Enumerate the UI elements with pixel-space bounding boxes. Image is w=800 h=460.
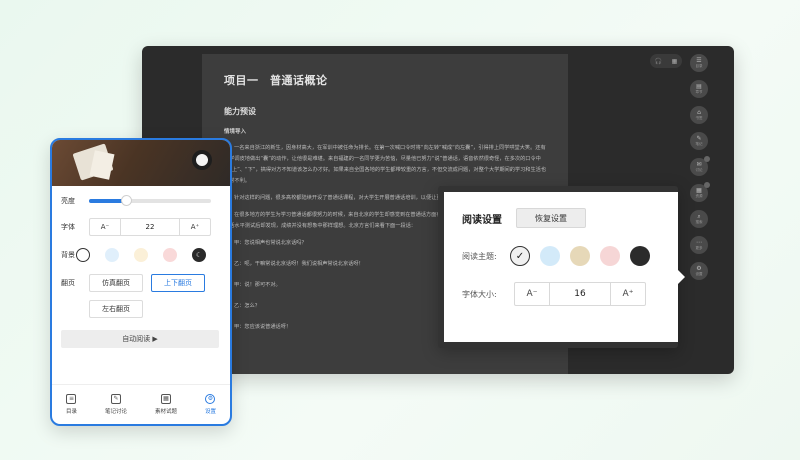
mobile-font-decrease-button[interactable]: A⁻ bbox=[90, 219, 120, 235]
font-decrease-button[interactable]: A⁻ bbox=[515, 283, 549, 305]
popover-title: 阅读设置 bbox=[462, 214, 502, 226]
cover-image bbox=[52, 140, 230, 186]
theme-swatch-1[interactable]: ✓ bbox=[510, 246, 530, 266]
brightness-slider-handle[interactable] bbox=[120, 195, 132, 206]
rail-note-button[interactable]: ✎ 笔记 bbox=[690, 132, 708, 150]
subsection-heading: 情境导入 bbox=[224, 129, 247, 135]
rail-label: 搜索 bbox=[695, 219, 703, 224]
nav-settings[interactable]: ⚙ 设置 bbox=[205, 394, 216, 415]
bg-swatch-2[interactable] bbox=[105, 248, 119, 262]
background-swatches: ☾ bbox=[76, 248, 221, 262]
badge-dot bbox=[704, 156, 710, 162]
moon-icon: ☾ bbox=[195, 251, 203, 259]
bg-swatch-3[interactable] bbox=[134, 248, 148, 262]
rail-search-button[interactable]: ⌕ 搜索 bbox=[690, 210, 708, 228]
settings-icon: ⚙ bbox=[205, 394, 216, 404]
rail-label: 目录 bbox=[695, 63, 703, 68]
paging-option-2[interactable]: 上下翻页 bbox=[151, 274, 205, 292]
paragraph: 一名来自浙江的新生，因身材高大，在军训中被任命为排长。在第一次喊口令时将“向左转… bbox=[224, 145, 547, 184]
theme-swatch-2[interactable] bbox=[540, 246, 560, 266]
brightness-slider[interactable] bbox=[89, 195, 211, 206]
rail-label: 书签 bbox=[695, 115, 703, 120]
nav-toc[interactable]: ≡ 目录 bbox=[66, 394, 77, 415]
paging-option-1[interactable]: 仿真翻页 bbox=[89, 274, 143, 292]
rail-bookmark-button[interactable]: ⌂ 书签 bbox=[690, 106, 708, 124]
font-size-value: 16 bbox=[549, 283, 611, 305]
toc-icon: ≡ bbox=[66, 394, 77, 404]
stage: 项目一 普通话概论 能力预设 情境导入 一名来自浙江的新生，因身材高大，在军训中… bbox=[0, 0, 800, 460]
mobile-reader-panel: 亮度 字体 A⁻ 22 A⁺ 背景 ☾ 翻页 仿真翻页 上下翻页 左右翻页 自动… bbox=[50, 138, 232, 426]
rail-resource-button[interactable]: ▦ 资源 bbox=[690, 182, 710, 202]
mobile-font-value: 22 bbox=[120, 219, 180, 235]
nav-label: 素材试题 bbox=[154, 409, 177, 415]
rail-settings-button[interactable]: ⚙ 设置 bbox=[690, 262, 708, 280]
rail-label: 资源 bbox=[695, 193, 703, 198]
rail-chapter-button[interactable]: ▤ 章节 bbox=[690, 80, 708, 98]
rail-label: 设置 bbox=[695, 271, 703, 276]
bg-swatch-1[interactable] bbox=[76, 248, 90, 262]
audio-controls[interactable]: 🎧 ▦ bbox=[650, 54, 682, 68]
paging-label: 翻页 bbox=[61, 279, 75, 287]
rail-discuss-button[interactable]: ✉ 讨论 bbox=[690, 156, 710, 176]
reset-settings-button[interactable]: 恢复设置 bbox=[516, 208, 586, 228]
auto-read-button[interactable]: 自动阅读 ▶ bbox=[61, 330, 219, 348]
rail-more-button[interactable]: ⋯ 更多 bbox=[690, 236, 708, 254]
check-icon: ✓ bbox=[515, 250, 525, 262]
mobile-font-stepper: A⁻ 22 A⁺ bbox=[89, 218, 211, 236]
nav-label: 笔记讨论 bbox=[104, 409, 127, 415]
theme-swatch-4[interactable] bbox=[600, 246, 620, 266]
theme-swatches: ✓ bbox=[510, 246, 660, 266]
rail-label: 笔记 bbox=[695, 141, 703, 146]
grid-icon[interactable]: ▦ bbox=[672, 58, 678, 65]
font-label: 字体 bbox=[61, 223, 75, 231]
badge-dot bbox=[704, 182, 710, 188]
nav-materials[interactable]: ▦ 素材试题 bbox=[155, 394, 177, 415]
rail-label: 讨论 bbox=[695, 167, 703, 172]
rail-menu-button[interactable]: ☰ 目录 bbox=[690, 54, 708, 72]
bg-swatch-5[interactable]: ☾ bbox=[192, 248, 206, 262]
font-size-label: 字体大小: bbox=[462, 289, 497, 299]
mobile-font-increase-button[interactable]: A⁺ bbox=[180, 219, 210, 235]
font-size-stepper: A⁻ 16 A⁺ bbox=[514, 282, 646, 306]
materials-icon: ▦ bbox=[160, 394, 171, 404]
bottom-nav: ≡ 目录 ✎ 笔记讨论 ▦ 素材试题 ⚙ 设置 bbox=[52, 384, 230, 424]
nav-notes[interactable]: ✎ 笔记讨论 bbox=[105, 394, 127, 415]
font-increase-button[interactable]: A⁺ bbox=[611, 283, 645, 305]
notes-icon: ✎ bbox=[110, 394, 121, 404]
theme-swatch-3[interactable] bbox=[570, 246, 590, 266]
bg-swatch-4[interactable] bbox=[163, 248, 177, 262]
reading-settings-popover: 阅读设置 恢复设置 阅读主题: ✓ 字体大小: A⁻ 16 A⁺ bbox=[438, 186, 685, 348]
theme-swatch-5[interactable] bbox=[630, 246, 650, 266]
nav-label: 设置 bbox=[204, 409, 216, 415]
section-heading: 能力预设 bbox=[224, 107, 256, 116]
headphone-icon[interactable]: 🎧 bbox=[655, 58, 662, 65]
page-title: 项目一 普通话概论 bbox=[224, 74, 328, 87]
tool-rail: ☰ 目录 ▤ 章节 ⌂ 书签 ✎ 笔记 ✉ 讨论 ▦ 资源 ⌕ 搜索 ⋯ 更多 ⚙ 设置 bbox=[690, 54, 712, 288]
paging-option-3[interactable]: 左右翻页 bbox=[89, 300, 143, 318]
rail-label: 更多 bbox=[695, 245, 703, 250]
paging-options: 仿真翻页 上下翻页 左右翻页 bbox=[89, 274, 219, 318]
rail-label: 章节 bbox=[695, 89, 703, 94]
theme-label: 阅读主题: bbox=[462, 251, 497, 261]
nav-label: 目录 bbox=[65, 409, 77, 415]
background-label: 背景 bbox=[61, 251, 75, 259]
brightness-label: 亮度 bbox=[61, 197, 75, 205]
